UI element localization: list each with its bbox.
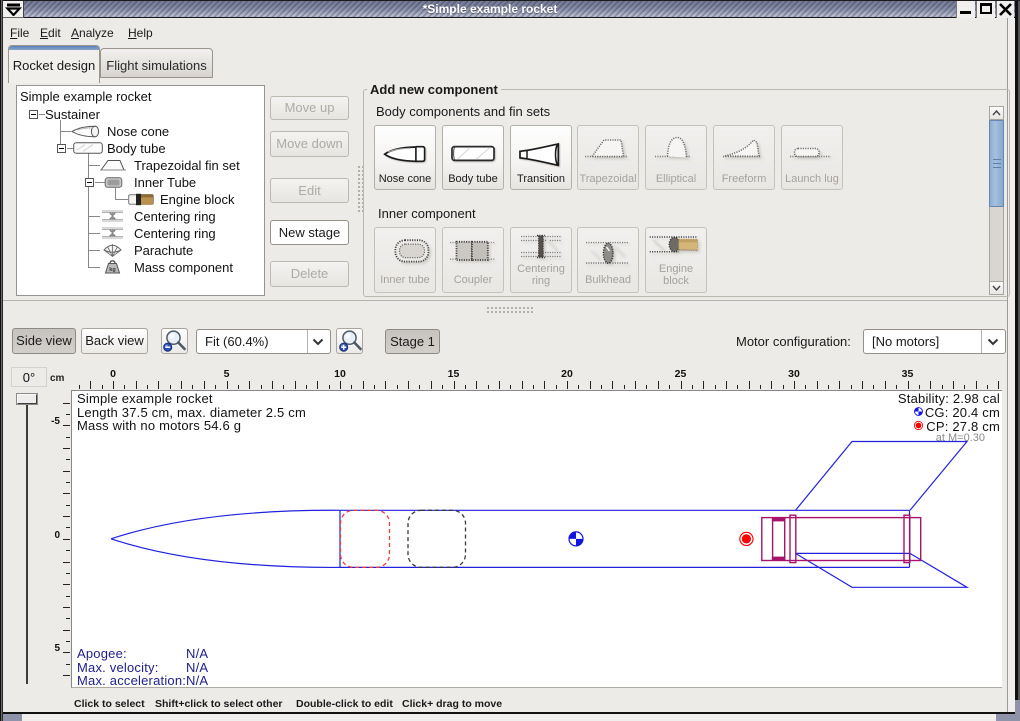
svg-text:kg: kg	[109, 267, 115, 273]
